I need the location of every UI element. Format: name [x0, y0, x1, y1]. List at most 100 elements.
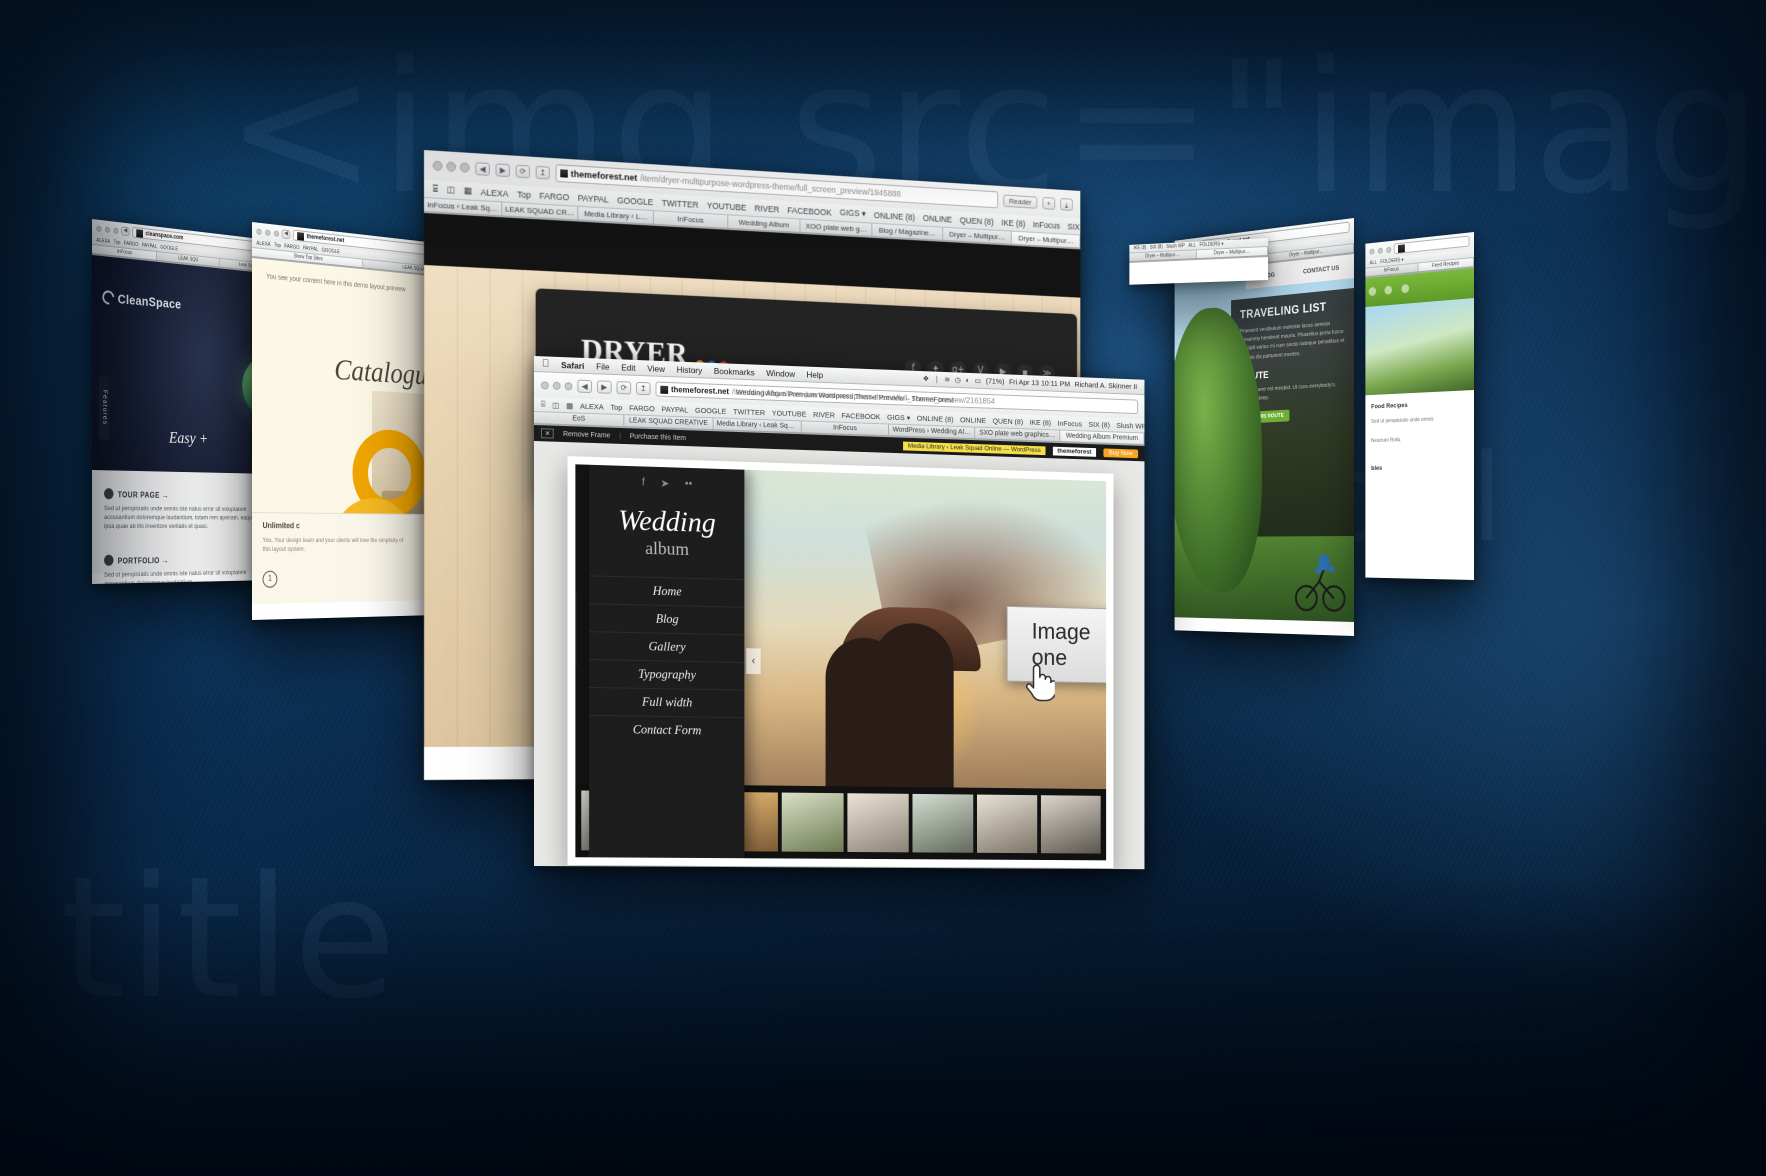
window-controls[interactable]	[540, 380, 573, 390]
reload-icon[interactable]: ⟳	[616, 381, 632, 395]
bookmark-item[interactable]: FARGO	[124, 241, 139, 249]
menu-edit[interactable]: Edit	[621, 362, 635, 372]
menu-help[interactable]: Help	[807, 369, 824, 379]
minimize-icon[interactable]	[1377, 247, 1383, 254]
close-icon[interactable]	[256, 227, 262, 235]
tab-item[interactable]: LEAK SQUAD CREATIVE	[624, 415, 714, 430]
nav-item-contact-form[interactable]: Contact Form	[589, 714, 745, 745]
prev-slide-button[interactable]: ‹	[746, 648, 761, 675]
browser-window-food[interactable]: ALL FOLDERS ▾ InFocus Feed Recipes Food …	[1365, 232, 1474, 580]
thumbnail-item[interactable]	[1040, 795, 1101, 854]
bookmark-item[interactable]: GOOGLE	[322, 248, 340, 256]
tab-item[interactable]: Blog / Magazine…	[872, 223, 943, 240]
wifi-icon[interactable]: ≋	[944, 375, 950, 384]
twitter-icon[interactable]: ➤	[660, 477, 669, 490]
site-nav[interactable]: Home Blog Gallery Typography Full width …	[589, 575, 745, 745]
maximize-icon[interactable]	[1386, 246, 1392, 253]
bookmark-item[interactable]: YOUTUBE	[707, 200, 747, 212]
bookmark-item[interactable]: FOLDERS ▾	[1380, 257, 1403, 265]
close-icon[interactable]	[540, 380, 549, 390]
bookmark-item[interactable]: Top	[517, 189, 531, 200]
nav-item-typography[interactable]: Typography	[589, 659, 745, 690]
nav-item-home[interactable]: Home	[589, 575, 745, 607]
remove-frame-button[interactable]: Remove Frame	[563, 430, 610, 439]
reader-button[interactable]: Reader	[1003, 194, 1038, 209]
facebook-icon[interactable]: f	[642, 476, 645, 489]
back-button[interactable]: ◀	[281, 229, 291, 240]
window-controls[interactable]	[432, 160, 470, 173]
try-route-button[interactable]: TRY THIS ROUTE	[1239, 409, 1290, 425]
bookmark-item[interactable]: RIVER	[813, 410, 835, 420]
thumbnail-item[interactable]	[781, 792, 844, 852]
close-preview-icon[interactable]: ✕	[540, 428, 555, 439]
bookmark-item[interactable]: ALL	[1370, 260, 1377, 267]
dropbox-icon[interactable]: ❖	[923, 374, 929, 383]
bookmark-item[interactable]: PAYPAL	[662, 404, 689, 414]
thumbnail-item[interactable]	[912, 793, 974, 853]
bookmark-item[interactable]: PAYPAL	[303, 245, 319, 253]
tab-item[interactable]: Dryer – Multipur…	[1012, 231, 1081, 248]
tab-item[interactable]: Dryer – Multipur…	[942, 227, 1013, 244]
bookmark-item[interactable]: IKE (8)	[1133, 245, 1146, 251]
menu-bookmarks[interactable]: Bookmarks	[714, 365, 755, 376]
browser-window-cleanspace[interactable]: ◀ cleanspace.com ALEXA Top FARGO PAYPAL …	[92, 219, 279, 584]
reading-list-icon[interactable]: ◫	[552, 400, 559, 409]
downloads-icon[interactable]: ⤓	[1060, 197, 1073, 211]
bookmark-item[interactable]: ALL	[1188, 243, 1196, 249]
bookmark-item[interactable]: ONLINE	[923, 213, 952, 224]
bookmark-item[interactable]: FACEBOOK	[841, 411, 880, 421]
close-icon[interactable]	[432, 160, 443, 172]
tab-item[interactable]: Wedding Album Premium	[1060, 430, 1145, 445]
close-icon[interactable]	[96, 225, 102, 232]
tab-item[interactable]: EoS	[534, 412, 625, 427]
themeforest-logo[interactable]: themeforest	[1052, 446, 1097, 457]
tab-item[interactable]: InFocus	[801, 421, 889, 436]
bookmark-item[interactable]: FARGO	[629, 403, 655, 413]
maximize-icon[interactable]	[564, 381, 573, 390]
bluetooth-icon[interactable]: ❘	[934, 374, 940, 383]
back-button[interactable]: ◀	[577, 379, 593, 394]
menu-window[interactable]: Window	[766, 367, 795, 378]
tab-item[interactable]: WordPress › Wedding Al…	[888, 424, 976, 439]
maximize-icon[interactable]	[273, 229, 280, 237]
bookmark-item[interactable]: GOOGLE	[617, 195, 653, 207]
bookmark-item[interactable]: TWITTER	[733, 407, 765, 417]
reload-icon[interactable]: ⟳	[515, 164, 530, 178]
menu-view[interactable]: View	[647, 363, 665, 374]
volume-icon[interactable]: ◐	[966, 376, 970, 385]
browser-window-background-small[interactable]: IKE (8) SIX (8) Slush WP ALL FOLDERS ▾ D…	[1129, 238, 1268, 285]
menu-safari[interactable]: Safari	[561, 360, 584, 371]
nav-item-blog[interactable]: Blog	[589, 603, 745, 635]
bookmark-item[interactable]: GOOGLE	[160, 245, 178, 253]
bookmark-item[interactable]: IKE (8)	[1001, 217, 1025, 228]
options-tab[interactable]: Options	[575, 591, 578, 666]
share-icon[interactable]: ↥	[535, 165, 550, 180]
timemachine-icon[interactable]: ◷	[955, 375, 961, 384]
bookmark-item[interactable]: PAYPAL	[142, 243, 157, 251]
buy-now-button[interactable]: Buy Now	[1103, 447, 1139, 458]
bookmark-item[interactable]: Slush WP	[1166, 243, 1185, 250]
nav-item-gallery[interactable]: Gallery	[589, 631, 745, 662]
menu-file[interactable]: File	[596, 361, 609, 371]
add-bookmark-icon[interactable]: +	[1042, 196, 1056, 210]
nav-item-full-width[interactable]: Full width	[589, 686, 745, 718]
apple-menu-icon[interactable]: 	[542, 358, 549, 369]
bookmark-item[interactable]: ONLINE (8)	[874, 210, 915, 222]
share-icon[interactable]: ↥	[636, 381, 651, 396]
bookmark-item[interactable]: GIGS ▾	[887, 412, 910, 422]
back-button[interactable]: ◀	[475, 161, 490, 176]
bookmark-item[interactable]: YOUTUBE	[772, 408, 807, 418]
bookmark-item[interactable]: ALEXA	[96, 237, 110, 245]
bookmark-item[interactable]: SIX (8)	[1088, 419, 1109, 428]
minimize-icon[interactable]	[446, 161, 457, 172]
bookmark-item[interactable]: FOLDERS ▾	[1199, 241, 1223, 248]
forward-button[interactable]: ▶	[495, 162, 510, 177]
close-icon[interactable]	[1369, 248, 1375, 255]
purchase-item-button[interactable]: Purchase this Item	[630, 433, 686, 442]
social-links[interactable]: f ➤ ••	[589, 465, 744, 497]
bookmark-item[interactable]: InFocus	[1058, 418, 1083, 428]
bookmark-item[interactable]: FARGO	[284, 243, 299, 251]
bookmark-item[interactable]: SIX (8)	[1150, 244, 1163, 250]
back-button[interactable]: ◀	[121, 226, 130, 237]
window-controls[interactable]	[1369, 246, 1392, 255]
